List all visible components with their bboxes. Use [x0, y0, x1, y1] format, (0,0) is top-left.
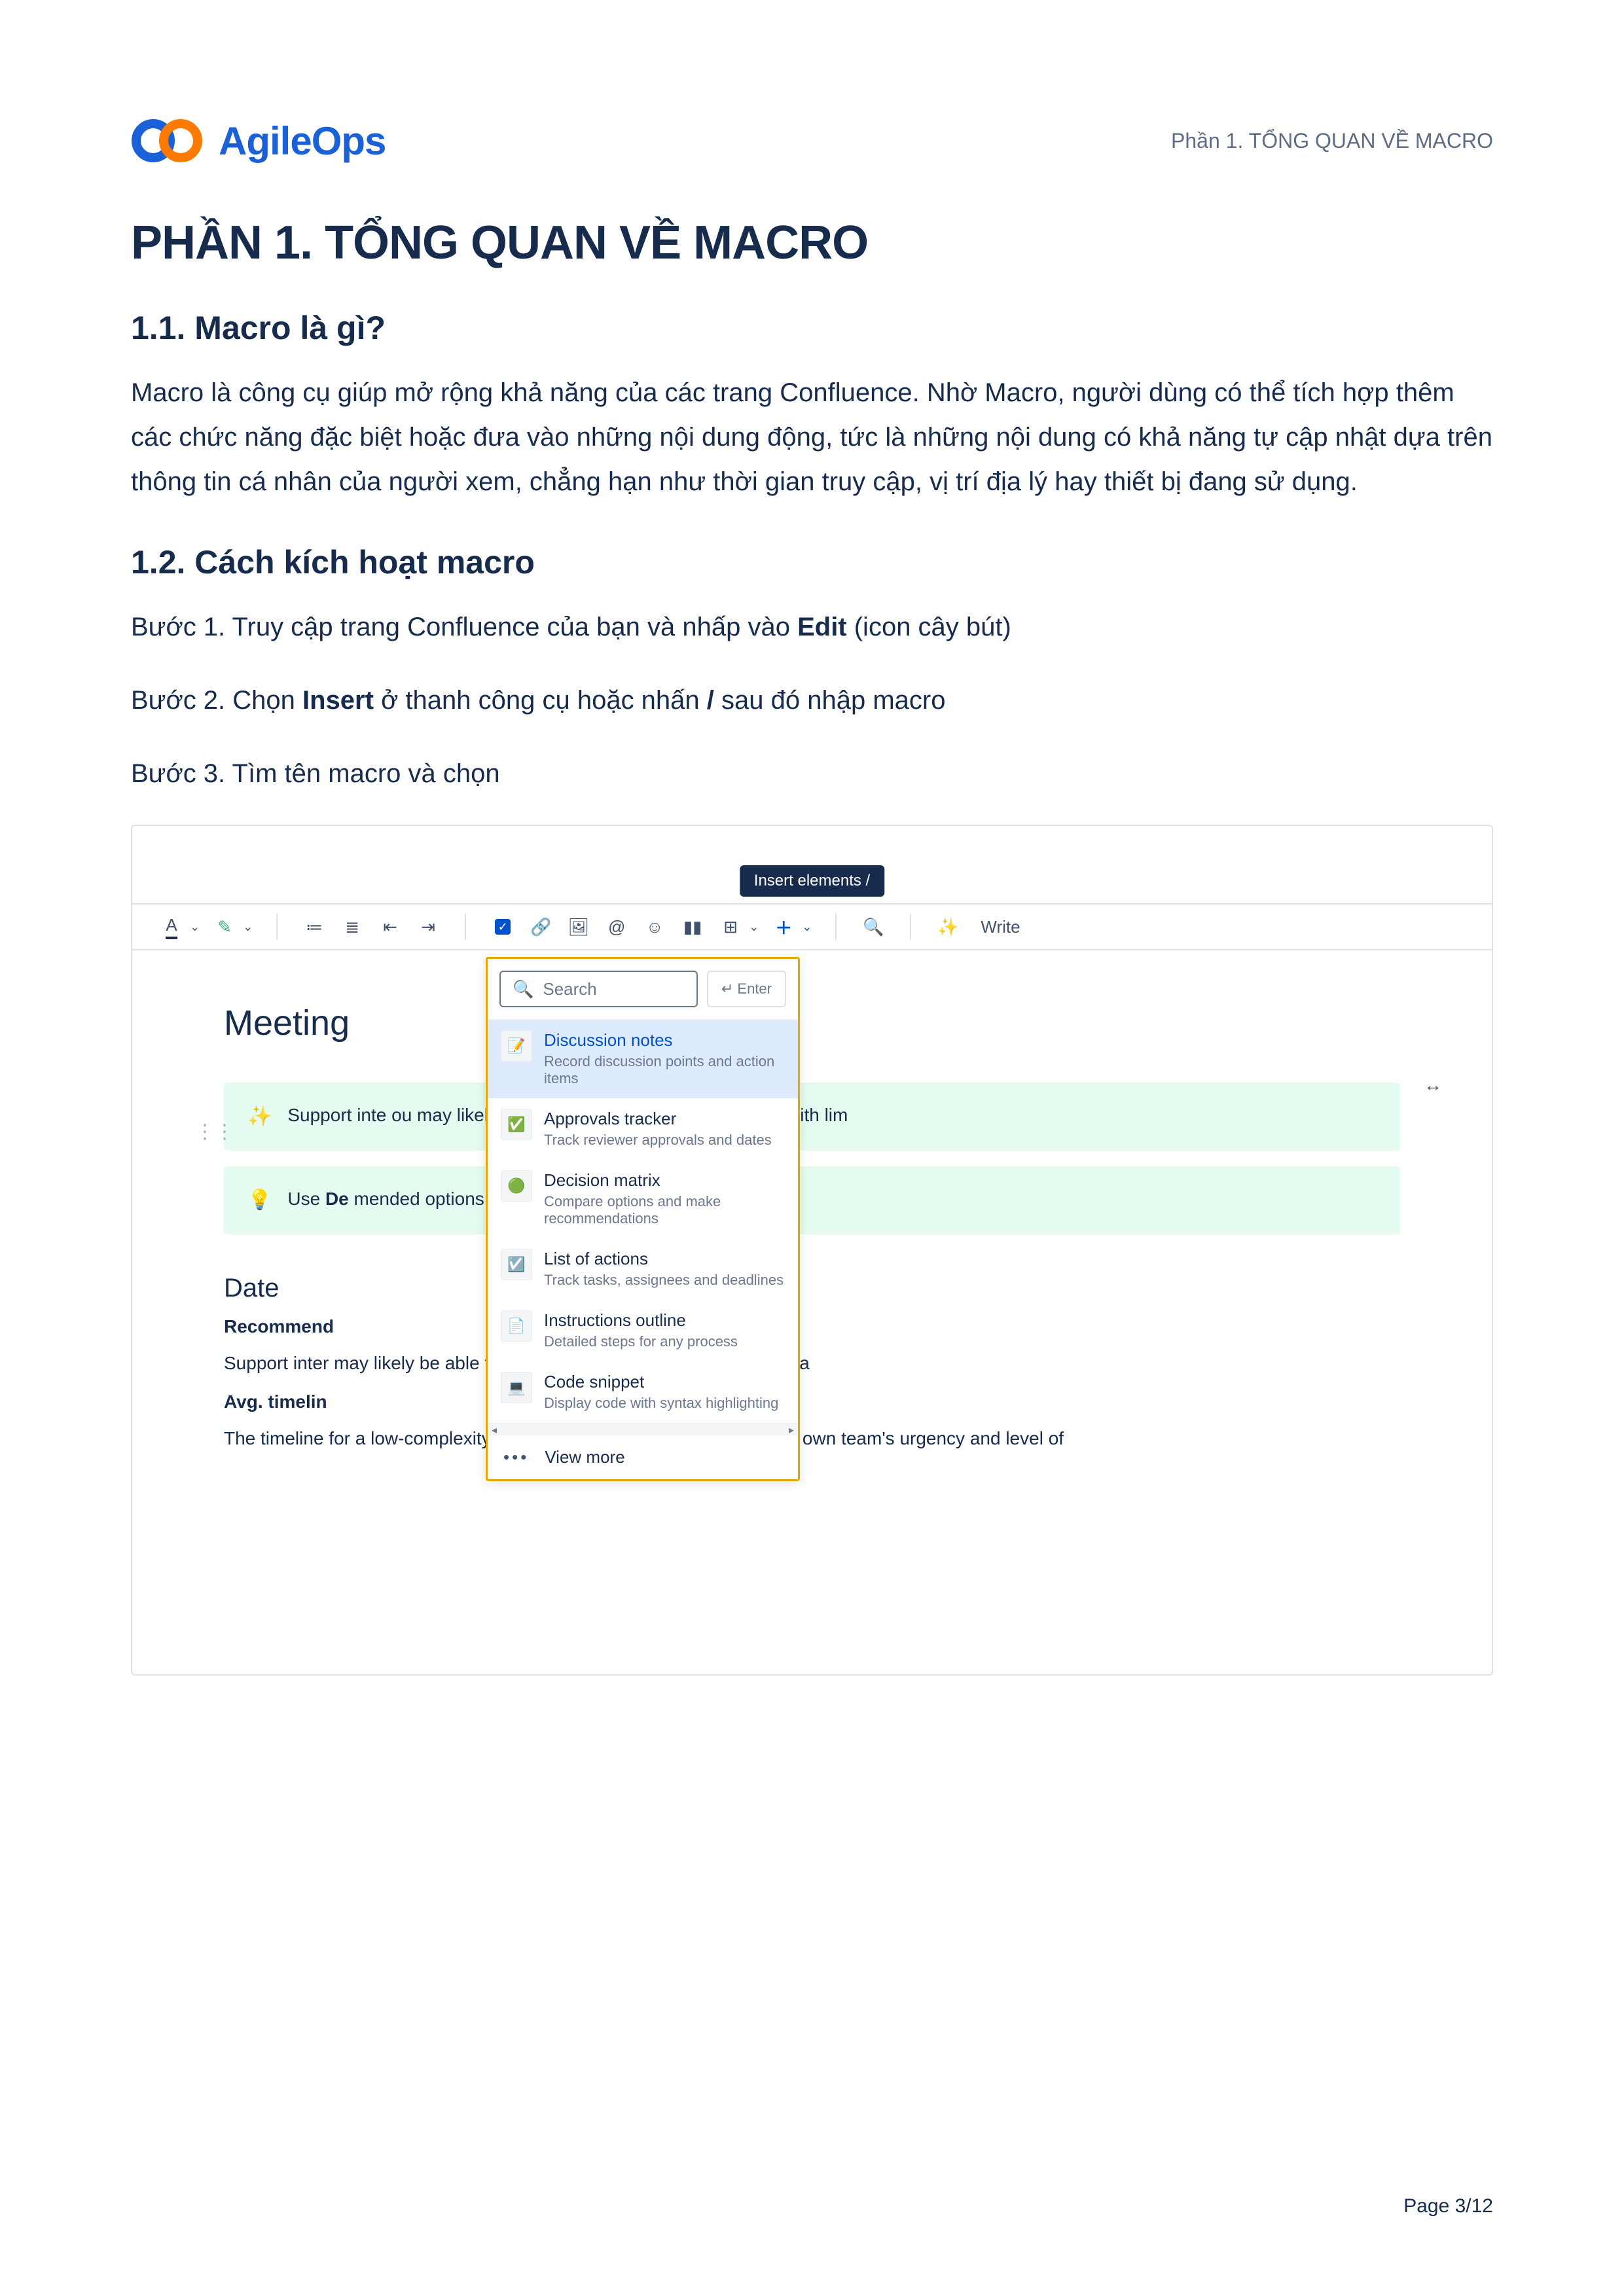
step-2-post: sau đó nhập macro: [714, 686, 946, 715]
table-button[interactable]: ⊞: [717, 914, 744, 940]
outdent-button[interactable]: ⇤: [377, 914, 403, 940]
enter-key-hint: ↵ Enter: [707, 971, 786, 1007]
mention-button[interactable]: @: [604, 914, 630, 940]
note-icon: 📝: [501, 1030, 532, 1062]
macro-item[interactable]: 🟢 Decision matrixCompare options and make…: [488, 1160, 798, 1238]
lightbulb-icon: 💡: [247, 1185, 272, 1216]
insert-tooltip: Insert elements /: [740, 865, 884, 897]
step-2-bold1: Insert: [302, 686, 374, 715]
macro-item[interactable]: ✅ Approvals tracker Track reviewer approva…: [488, 1098, 798, 1160]
brand-name: AgileOps: [219, 118, 386, 164]
sparkle-icon[interactable]: ✨: [935, 914, 961, 940]
doc-label-recommend: Recommend: [224, 1316, 1400, 1337]
macro-item-desc: Track tasks, assignees and deadlines: [544, 1272, 785, 1289]
view-more-button[interactable]: ••• View more: [488, 1435, 798, 1479]
step-2-bold2: /: [707, 686, 714, 715]
chevron-down-icon[interactable]: ⌄: [190, 920, 200, 934]
code-icon: 💻: [501, 1372, 532, 1403]
image-button[interactable]: 🖼: [566, 914, 592, 940]
brand-logo: AgileOps: [131, 118, 386, 164]
search-button[interactable]: 🔍: [860, 914, 886, 940]
section-1-1-heading: 1.1. Macro là gì?: [131, 309, 1493, 347]
doc-paragraph-2: The timeline for a low-complexity migrat…: [224, 1424, 1400, 1454]
outline-icon: 📄: [501, 1310, 532, 1342]
doc-label-timeline: Avg. timelin: [224, 1391, 1400, 1412]
macro-item[interactable]: 📄 Instructions outline Detailed steps for …: [488, 1300, 798, 1361]
list-icon: ☑️: [501, 1249, 532, 1280]
macro-item[interactable]: ☑️ List of actions Track tasks, assignees …: [488, 1238, 798, 1300]
drag-handle-icon[interactable]: ⋮⋮: [195, 1121, 234, 1143]
macro-item-title: List of actions: [544, 1249, 785, 1269]
step-1-pre: Bước 1. Truy cập trang Confluence của bạ…: [131, 613, 797, 641]
step-1-post: (icon cây bút): [847, 613, 1011, 641]
page-title: PHẦN 1. TỔNG QUAN VỀ MACRO: [131, 216, 1493, 270]
step-1-bold: Edit: [797, 613, 847, 641]
macro-list[interactable]: 📝 Discussion notes Record discussion point…: [488, 1019, 798, 1423]
matrix-icon: 🟢: [501, 1170, 532, 1202]
macro-item[interactable]: 📝 Discussion notes Record discussion point…: [488, 1020, 798, 1098]
logo-mark-icon: [131, 118, 203, 164]
ellipsis-icon: •••: [503, 1447, 529, 1467]
horizontal-scrollbar[interactable]: [488, 1423, 798, 1435]
info-callout-1: ✨ Support inte ou may likely be able to …: [224, 1083, 1400, 1151]
chevron-down-icon[interactable]: ⌄: [749, 920, 759, 934]
text-color-button[interactable]: A: [158, 914, 185, 940]
macro-item-desc: Record discussion points and action item…: [544, 1053, 785, 1087]
search-icon: 🔍: [513, 979, 533, 999]
insert-plus-button[interactable]: ＋: [770, 914, 797, 940]
step-3: Bước 3. Tìm tên macro và chọn: [131, 751, 1493, 796]
insert-elements-dropdown: 🔍 Search ↵ Enter 📝 Discussion notes Record…: [486, 957, 800, 1481]
macro-item-title: Code snippet: [544, 1372, 785, 1392]
embedded-screenshot: Insert elements / A ⌄ ✎ ⌄ ≔ ≣ ⇤ ⇥ ✓ 🔗 🖼 @ …: [131, 825, 1493, 1676]
link-button[interactable]: 🔗: [528, 914, 554, 940]
page-number: Page 3/12: [1403, 2195, 1493, 2217]
step-2: Bước 2. Chọn Insert ở thanh công cụ hoặc…: [131, 678, 1493, 723]
document-body: ⋮⋮ ↔ Meeting ✨ Support inte ou may likel…: [132, 950, 1492, 1674]
macro-item-title: Decision matrix: [544, 1170, 785, 1191]
step-2-pre: Bước 2. Chọn: [131, 686, 302, 715]
doc-heading: Meeting: [224, 1003, 1400, 1043]
macro-item-title: Approvals tracker: [544, 1109, 785, 1129]
macro-item-title: Instructions outline: [544, 1310, 785, 1331]
search-placeholder: Search: [543, 979, 596, 999]
doc-paragraph-1: Support inter may likely be able to comp…: [224, 1349, 1400, 1378]
macro-item-desc: Display code with syntax highlighting: [544, 1395, 785, 1412]
macro-item-title: Discussion notes: [544, 1030, 785, 1050]
header-caption: Phần 1. TỔNG QUAN VỀ MACRO: [1171, 129, 1493, 153]
section-1-1-body: Macro là công cụ giúp mở rộng khả năng c…: [131, 370, 1493, 504]
sparkle-icon: ✨: [247, 1101, 272, 1132]
layout-button[interactable]: ▮▮: [679, 914, 706, 940]
step-1: Bước 1. Truy cập trang Confluence của bạ…: [131, 605, 1493, 649]
emoji-button[interactable]: ☺: [641, 914, 668, 940]
check-icon: ✅: [501, 1109, 532, 1140]
macro-item-desc: Compare options and make recommendations: [544, 1193, 785, 1227]
info-callout-2: 💡 Use De mended options.: [224, 1166, 1400, 1234]
expand-icon[interactable]: ↔: [1424, 1075, 1439, 1096]
ai-write-label[interactable]: Write: [981, 917, 1020, 937]
doc-subheading-date: Date: [224, 1274, 1400, 1303]
highlight-button[interactable]: ✎: [211, 914, 238, 940]
macro-item-desc: Track reviewer approvals and dates: [544, 1132, 785, 1149]
editor-toolbar: A ⌄ ✎ ⌄ ≔ ≣ ⇤ ⇥ ✓ 🔗 🖼 @ ☺ ▮▮ ⊞ ⌄ ＋ ⌄ 🔍 ✨: [132, 903, 1492, 950]
macro-item-desc: Detailed steps for any process: [544, 1333, 785, 1350]
indent-button[interactable]: ⇥: [415, 914, 441, 940]
bullet-list-button[interactable]: ≔: [301, 914, 327, 940]
step-2-mid: ở thanh công cụ hoặc nhấn: [374, 686, 707, 715]
chevron-down-icon[interactable]: ⌄: [802, 920, 812, 934]
action-item-button[interactable]: ✓: [490, 914, 516, 940]
numbered-list-button[interactable]: ≣: [339, 914, 365, 940]
chevron-down-icon[interactable]: ⌄: [243, 920, 253, 934]
macro-search-input[interactable]: 🔍 Search: [499, 971, 698, 1007]
view-more-label: View more: [545, 1447, 624, 1467]
section-1-2-heading: 1.2. Cách kích hoạt macro: [131, 543, 1493, 581]
callout-2-text: Use De mended options.: [287, 1185, 489, 1216]
macro-item[interactable]: 💻 Code snippet Display code with syntax hi…: [488, 1361, 798, 1423]
